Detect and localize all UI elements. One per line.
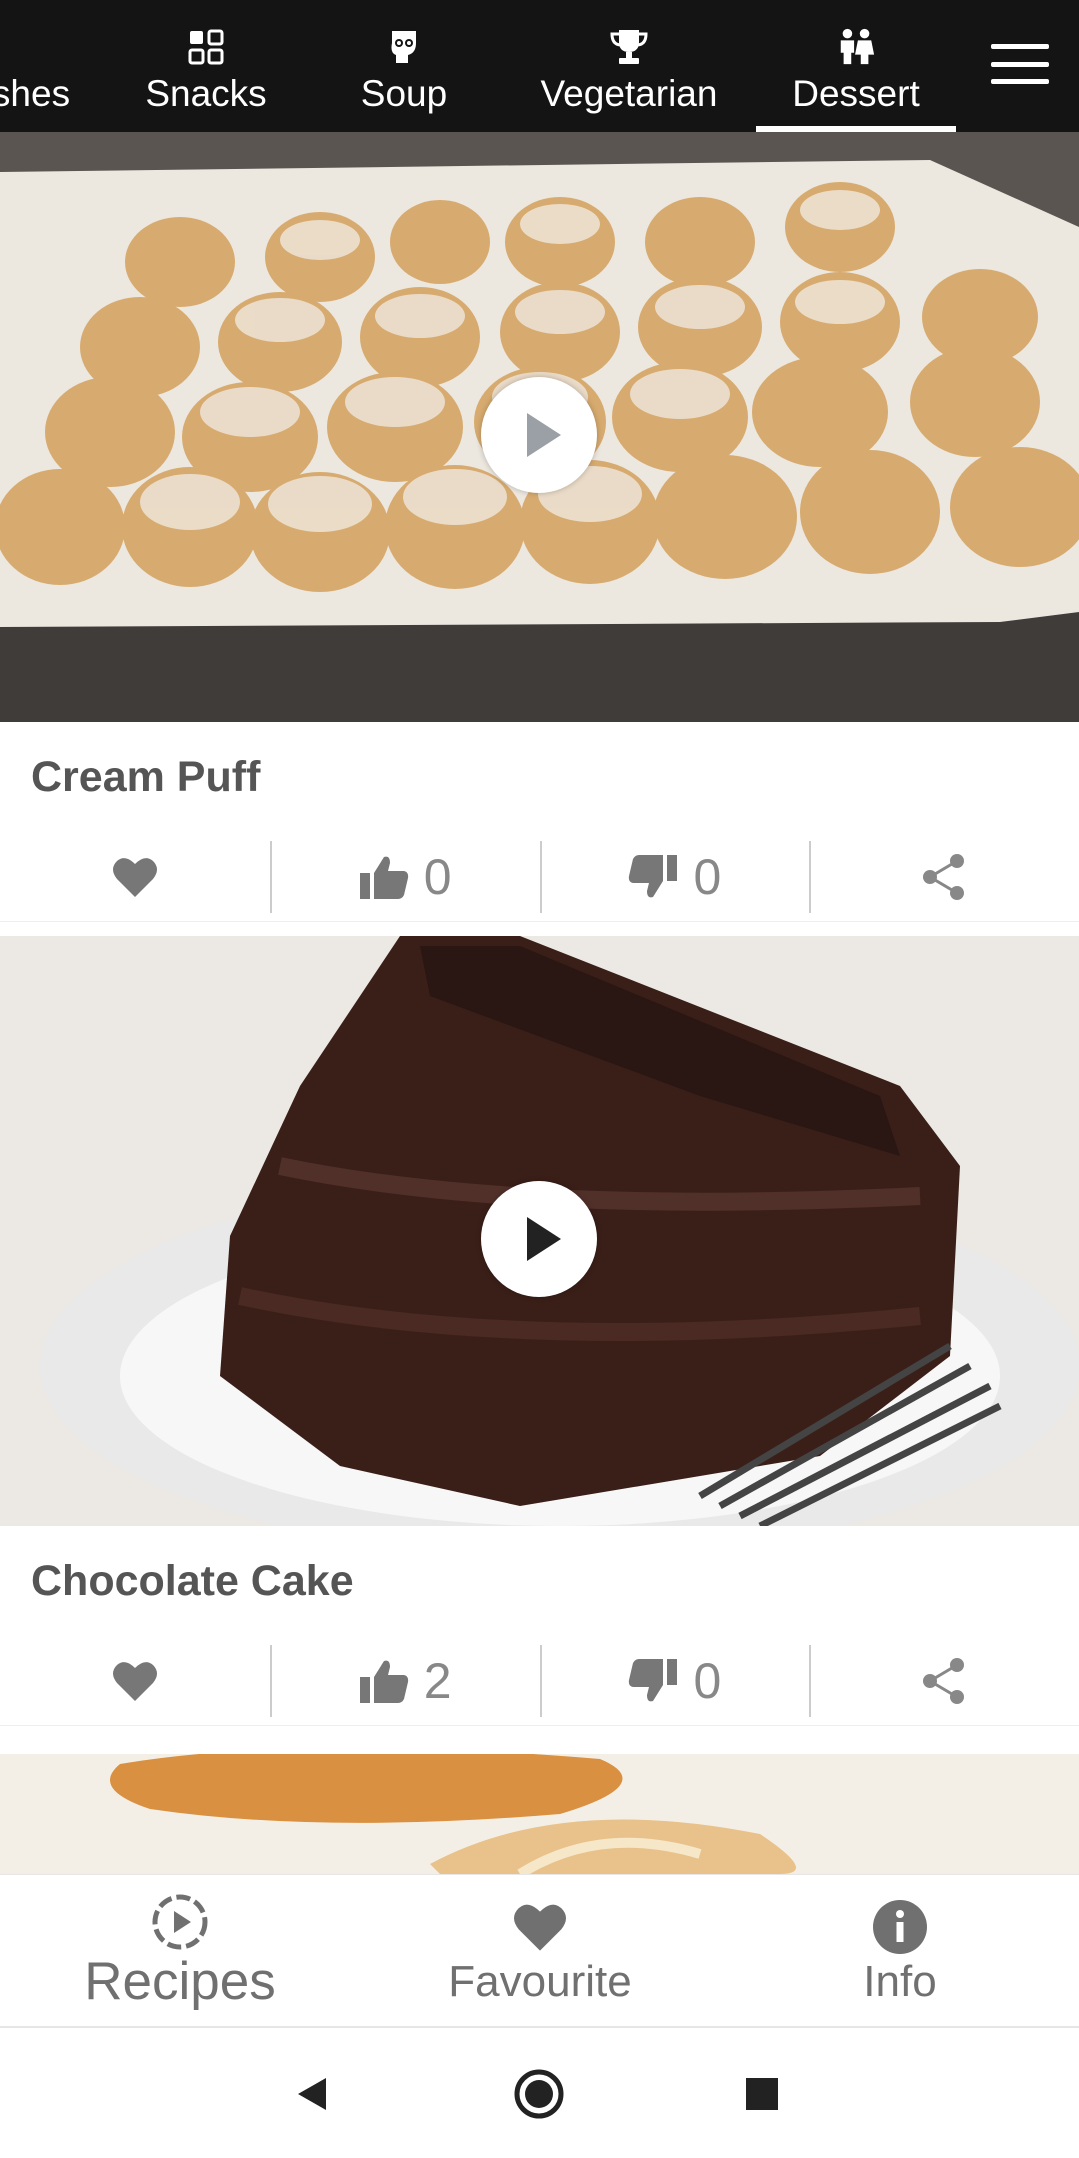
heart-icon <box>511 1898 569 1956</box>
recipe-title: Chocolate Cake <box>31 1556 354 1605</box>
system-navigation-bar <box>0 2028 1079 2158</box>
nav-favourite[interactable]: Favourite <box>420 1875 660 2029</box>
share-button[interactable] <box>809 1644 1079 1717</box>
share-icon <box>918 851 970 903</box>
nav-label: Recipes <box>84 1951 276 2011</box>
home-icon[interactable] <box>513 2068 565 2120</box>
trophy-icon <box>609 27 649 67</box>
recipe-card: Cream Puff 0 0 <box>0 132 1079 922</box>
tab-dishes[interactable]: shes <box>0 0 86 132</box>
tab-vegetarian[interactable]: Vegetarian <box>532 0 726 132</box>
tab-soup[interactable]: Soup <box>354 0 454 132</box>
snacks-icon <box>186 27 226 67</box>
info-icon <box>871 1898 929 1956</box>
like-button[interactable]: 2 <box>269 1644 540 1717</box>
recipe-actions: 0 0 <box>0 832 1079 922</box>
thumbs-down-icon <box>627 1655 679 1707</box>
dishes-icon <box>11 27 51 67</box>
share-button[interactable] <box>809 840 1079 913</box>
tab-label: Vegetarian <box>540 73 718 114</box>
croissant-image <box>0 1754 1079 1874</box>
heart-icon <box>109 1655 161 1707</box>
like-count: 0 <box>423 848 452 905</box>
play-button[interactable] <box>481 377 597 493</box>
thumbs-up-icon <box>358 1655 410 1707</box>
dessert-icon <box>836 27 876 67</box>
soup-icon <box>384 27 424 67</box>
tab-label: Snacks <box>145 73 267 114</box>
back-icon[interactable] <box>286 2068 338 2120</box>
play-button[interactable] <box>481 1181 597 1297</box>
nav-info[interactable]: Info <box>800 1875 1000 2029</box>
dislike-count: 0 <box>693 1652 722 1709</box>
nav-recipes[interactable]: Recipes <box>60 1875 300 2029</box>
recipe-thumbnail[interactable] <box>0 132 1079 722</box>
recipe-thumbnail[interactable] <box>0 936 1079 1526</box>
like-count: 2 <box>423 1652 452 1709</box>
dislike-button[interactable]: 0 <box>539 1644 810 1717</box>
recipe-card <box>0 1754 1079 1874</box>
recipe-actions: 2 0 <box>0 1636 1079 1726</box>
share-icon <box>918 1655 970 1707</box>
thumbs-up-icon <box>358 851 410 903</box>
heart-icon <box>109 851 161 903</box>
recipe-title: Cream Puff <box>31 752 261 801</box>
category-tab-bar: shes Snacks Soup Vegetarian Dessert <box>0 0 1079 132</box>
bottom-navigation: Recipes Favourite Info <box>0 1874 1079 2028</box>
thumbs-down-icon <box>627 851 679 903</box>
nav-label: Favourite <box>448 1956 632 2006</box>
tab-dessert[interactable]: Dessert <box>756 0 956 132</box>
tab-snacks[interactable]: Snacks <box>136 0 276 132</box>
nav-label: Info <box>863 1956 937 2006</box>
hamburger-menu-icon[interactable] <box>991 44 1049 84</box>
favourite-button[interactable] <box>0 841 270 913</box>
favourite-button[interactable] <box>0 1645 270 1717</box>
tab-label: Dessert <box>792 73 920 114</box>
like-button[interactable]: 0 <box>269 840 540 913</box>
recents-icon[interactable] <box>736 2068 788 2120</box>
recipe-thumbnail[interactable] <box>0 1754 1079 1874</box>
recipe-card: Chocolate Cake 2 0 <box>0 936 1079 1726</box>
recipe-feed[interactable]: Cream Puff 0 0 Chocolate Cake 2 0 <box>0 132 1079 1874</box>
dislike-button[interactable]: 0 <box>539 840 810 913</box>
tab-label: Soup <box>360 73 448 114</box>
tab-label: shes <box>0 73 71 114</box>
play-circle-icon <box>151 1893 209 1951</box>
dislike-count: 0 <box>693 848 722 905</box>
